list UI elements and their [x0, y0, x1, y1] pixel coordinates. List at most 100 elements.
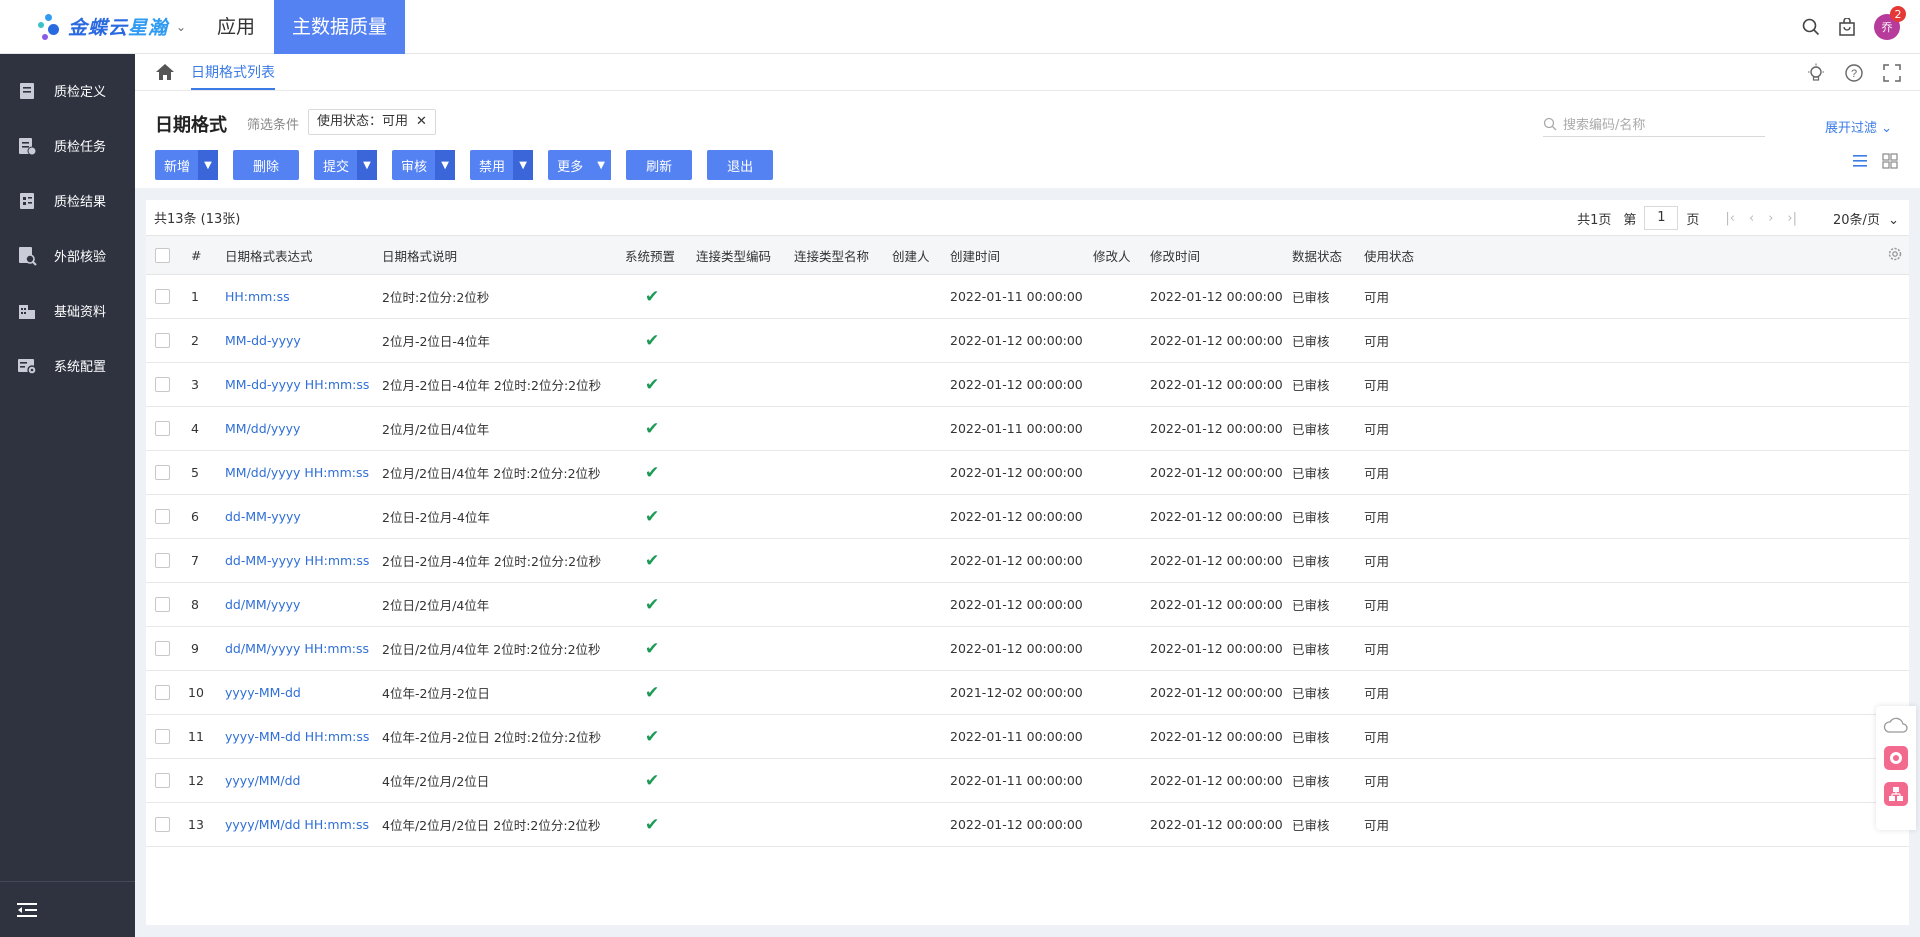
- disable-button[interactable]: 禁用 ▼: [470, 150, 534, 180]
- col-header-expression[interactable]: 日期格式表达式: [225, 235, 382, 275]
- search-icon[interactable]: [1802, 18, 1820, 36]
- row-checkbox[interactable]: [155, 465, 170, 480]
- row-checkbox[interactable]: [155, 509, 170, 524]
- lightbulb-icon[interactable]: [1806, 63, 1826, 83]
- search-input[interactable]: 搜索编码/名称: [1543, 111, 1765, 137]
- row-select-cell[interactable]: [146, 318, 180, 363]
- table-row[interactable]: 9 dd/MM/yyyy HH:mm:ss 2位日/2位月/4位年 2位时:2位分:…: [146, 626, 1909, 671]
- tab-date-format-list[interactable]: 日期格式列表: [191, 62, 275, 90]
- delete-button[interactable]: 删除: [233, 150, 300, 180]
- sidebar-item-external-verify[interactable]: 外部核验: [0, 228, 135, 283]
- cell-expression-link[interactable]: MM/dd/yyyy: [225, 406, 382, 451]
- list-view-icon[interactable]: [1852, 153, 1868, 169]
- cell-expression-link[interactable]: dd/MM/yyyy HH:mm:ss: [225, 626, 382, 671]
- cell-expression-link[interactable]: MM/dd/yyyy HH:mm:ss: [225, 450, 382, 495]
- cell-expression-link[interactable]: HH:mm:ss: [225, 274, 382, 319]
- row-checkbox[interactable]: [155, 685, 170, 700]
- close-icon[interactable]: ✕: [416, 110, 427, 134]
- row-select-cell[interactable]: [146, 494, 180, 539]
- table-row[interactable]: 5 MM/dd/yyyy HH:mm:ss 2位月/2位日/4位年 2位时:2位分:…: [146, 450, 1909, 495]
- cell-expression-link[interactable]: yyyy-MM-dd HH:mm:ss: [225, 714, 382, 759]
- row-checkbox[interactable]: [155, 421, 170, 436]
- col-header-conn-type-name[interactable]: 连接类型名称: [794, 235, 892, 275]
- table-row[interactable]: 4 MM/dd/yyyy 2位月/2位日/4位年 ✔ 2022-01-11 00:00:…: [146, 406, 1909, 451]
- row-checkbox[interactable]: [155, 553, 170, 568]
- org-chart-icon[interactable]: [1884, 782, 1908, 806]
- refresh-button[interactable]: 刷新: [626, 150, 693, 180]
- row-select-cell[interactable]: [146, 582, 180, 627]
- select-all-cell[interactable]: [146, 235, 180, 275]
- nav-app[interactable]: 应用: [200, 0, 272, 54]
- chevron-down-icon[interactable]: ▼: [198, 150, 219, 180]
- table-row[interactable]: 7 dd-MM-yyyy HH:mm:ss 2位日-2位月-4位年 2位时:2位分:…: [146, 538, 1909, 583]
- assistant-icon[interactable]: [1884, 746, 1908, 770]
- table-row[interactable]: 1 HH:mm:ss 2位时:2位分:2位秒 ✔ 2022-01-11 00:00:00…: [146, 274, 1909, 319]
- row-select-cell[interactable]: [146, 626, 180, 671]
- sidebar-item-quality-task[interactable]: 质检任务: [0, 118, 135, 173]
- sidebar-item-system-config[interactable]: 系统配置: [0, 338, 135, 393]
- first-page-icon[interactable]: |‹: [1725, 211, 1735, 226]
- table-row[interactable]: 13 yyyy/MM/dd HH:mm:ss 4位年/2位月/2位日 2位时:2位分…: [146, 802, 1909, 847]
- page-size-select[interactable]: 20条/页 ⌄: [1833, 209, 1899, 228]
- row-select-cell[interactable]: [146, 802, 180, 847]
- row-checkbox[interactable]: [155, 773, 170, 788]
- help-icon[interactable]: ?: [1844, 63, 1864, 83]
- col-header-use-status[interactable]: 使用状态: [1364, 235, 1436, 275]
- page-number-input[interactable]: 1: [1644, 206, 1679, 230]
- row-checkbox[interactable]: [155, 377, 170, 392]
- row-select-cell[interactable]: [146, 406, 180, 451]
- row-select-cell[interactable]: [146, 274, 180, 319]
- col-header-modifier[interactable]: 修改人: [1093, 235, 1150, 275]
- row-checkbox[interactable]: [155, 597, 170, 612]
- table-row[interactable]: 10 yyyy-MM-dd 4位年-2位月-2位日 ✔ 2021-12-02 00:00…: [146, 670, 1909, 715]
- cell-expression-link[interactable]: yyyy/MM/dd: [225, 758, 382, 803]
- col-header-description[interactable]: 日期格式说明: [382, 235, 625, 275]
- next-page-icon[interactable]: ›: [1768, 211, 1773, 226]
- cell-expression-link[interactable]: yyyy/MM/dd HH:mm:ss: [225, 802, 382, 847]
- collapse-sidebar-button[interactable]: [0, 881, 135, 937]
- avatar[interactable]: 乔 2: [1874, 6, 1906, 40]
- nav-master-data-quality[interactable]: 主数据质量: [274, 0, 406, 54]
- cell-expression-link[interactable]: yyyy-MM-dd: [225, 670, 382, 715]
- row-checkbox[interactable]: [155, 817, 170, 832]
- row-select-cell[interactable]: [146, 362, 180, 407]
- row-select-cell[interactable]: [146, 758, 180, 803]
- audit-button[interactable]: 审核 ▼: [392, 150, 456, 180]
- chevron-down-icon[interactable]: ▼: [357, 150, 378, 180]
- brand-logo[interactable]: 金蝶云星瀚 ⌄: [0, 0, 200, 54]
- fullscreen-icon[interactable]: [1882, 63, 1902, 83]
- add-button[interactable]: 新增 ▼: [155, 150, 219, 180]
- row-select-cell[interactable]: [146, 450, 180, 495]
- col-header-created-time[interactable]: 创建时间: [950, 235, 1093, 275]
- grid-view-icon[interactable]: [1882, 153, 1898, 169]
- row-select-cell[interactable]: [146, 714, 180, 759]
- gear-icon[interactable]: [1887, 246, 1903, 262]
- sidebar-item-basic-data[interactable]: 基础资料: [0, 283, 135, 338]
- cloud-icon[interactable]: [1883, 716, 1909, 734]
- cell-expression-link[interactable]: dd-MM-yyyy HH:mm:ss: [225, 538, 382, 583]
- submit-button[interactable]: 提交 ▼: [314, 150, 378, 180]
- col-header-system-preset[interactable]: 系统预置: [625, 235, 696, 275]
- chevron-down-icon[interactable]: ▼: [591, 150, 612, 180]
- more-button[interactable]: 更多 ▼: [548, 150, 612, 180]
- col-header-conn-type-code[interactable]: 连接类型编码: [696, 235, 794, 275]
- col-header-creator[interactable]: 创建人: [892, 235, 950, 275]
- home-icon[interactable]: [155, 63, 175, 81]
- row-checkbox[interactable]: [155, 641, 170, 656]
- exit-button[interactable]: 退出: [707, 150, 774, 180]
- row-checkbox[interactable]: [155, 289, 170, 304]
- table-row[interactable]: 11 yyyy-MM-dd HH:mm:ss 4位年-2位月-2位日 2位时:2位分…: [146, 714, 1909, 759]
- sidebar-item-quality-definition[interactable]: 质检定义: [0, 63, 135, 118]
- cell-expression-link[interactable]: MM-dd-yyyy HH:mm:ss: [225, 362, 382, 407]
- row-select-cell[interactable]: [146, 538, 180, 583]
- row-checkbox[interactable]: [155, 333, 170, 348]
- table-row[interactable]: 3 MM-dd-yyyy HH:mm:ss 2位月-2位日-4位年 2位时:2位分:…: [146, 362, 1909, 407]
- chevron-down-icon[interactable]: ⌄: [176, 20, 186, 34]
- filter-tag[interactable]: 使用状态：可用 ✕: [308, 109, 436, 135]
- row-select-cell[interactable]: [146, 670, 180, 715]
- bag-icon[interactable]: [1838, 18, 1856, 36]
- table-row[interactable]: 6 dd-MM-yyyy 2位日-2位月-4位年 ✔ 2022-01-12 00:00:…: [146, 494, 1909, 539]
- cell-expression-link[interactable]: dd/MM/yyyy: [225, 582, 382, 627]
- col-header-modified-time[interactable]: 修改时间: [1150, 235, 1292, 275]
- prev-page-icon[interactable]: ‹: [1749, 211, 1754, 226]
